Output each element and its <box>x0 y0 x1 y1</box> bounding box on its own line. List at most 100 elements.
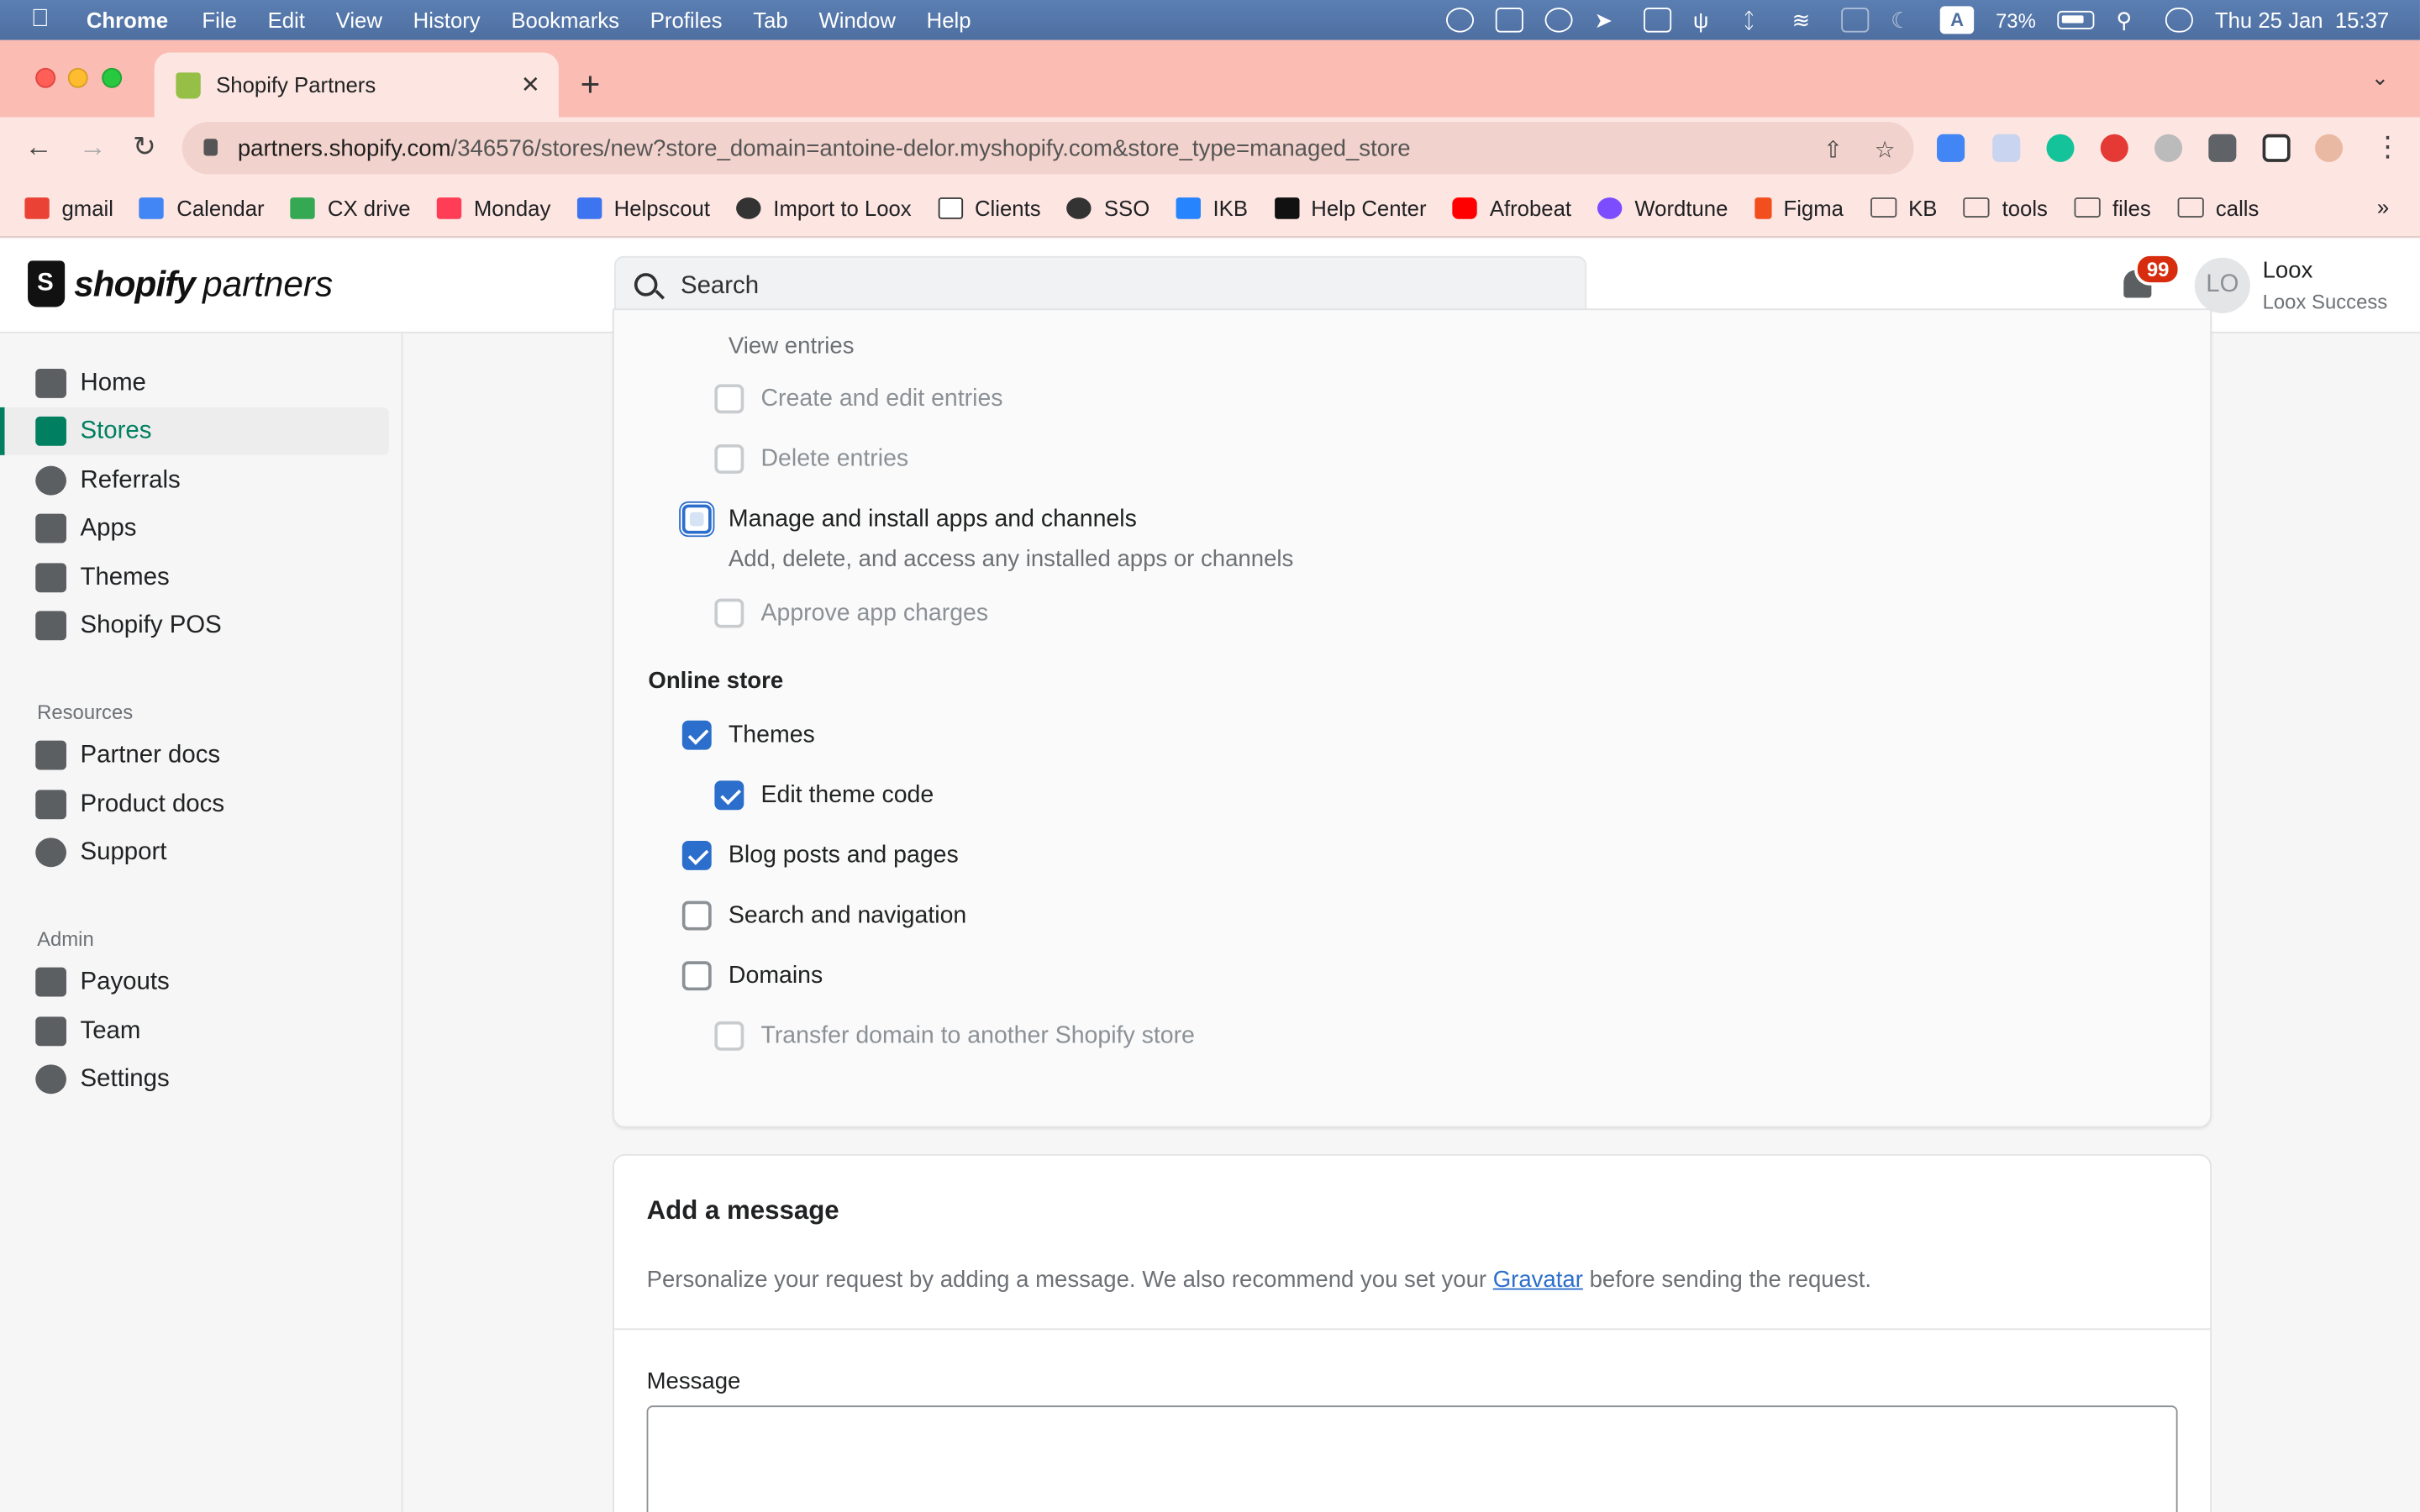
sidebar-item-referrals[interactable]: Referrals <box>0 457 389 505</box>
search-navigation-checkbox[interactable] <box>681 900 712 931</box>
blog-posts-checkbox[interactable] <box>681 841 712 870</box>
sidebar-item-payouts[interactable]: Payouts <box>0 958 389 1006</box>
avatar[interactable]: LO <box>2194 257 2250 313</box>
wifi-icon[interactable]: ≋ <box>1792 8 1820 32</box>
at-status-icon[interactable] <box>1544 8 1573 33</box>
back-arrow-icon[interactable]: ← <box>24 131 52 164</box>
window-close-button[interactable] <box>35 67 56 88</box>
reload-icon[interactable]: ↻ <box>133 131 156 164</box>
bookmark-figma[interactable]: Figma <box>1754 195 1844 220</box>
spotlight-icon[interactable]: ⚲ <box>2116 8 2144 32</box>
search-navigation-label: Search and navigation <box>728 902 967 929</box>
domains-checkbox[interactable] <box>681 961 712 991</box>
menu-help[interactable]: Help <box>927 8 971 32</box>
bookmark-wordtune[interactable]: Wordtune <box>1597 195 1728 220</box>
bookmark-helpscout[interactable]: Helpscout <box>576 195 710 220</box>
forward-arrow-icon[interactable]: → <box>79 131 107 164</box>
approve-app-charges-checkbox[interactable] <box>714 598 744 628</box>
sidebar-item-settings[interactable]: Settings <box>0 1055 389 1103</box>
bookmark-folder-kb[interactable]: KB <box>1870 195 1937 220</box>
delete-entries-checkbox[interactable] <box>714 444 744 474</box>
windows-status-icon[interactable] <box>1644 8 1672 33</box>
translate-extension-icon[interactable] <box>1937 134 1965 162</box>
logo-word-shopify: shopify <box>74 263 196 303</box>
grammarly-status-icon[interactable] <box>1446 8 1475 33</box>
manage-apps-checkbox[interactable] <box>681 504 712 534</box>
message-textarea[interactable] <box>646 1405 2178 1512</box>
bookmark-cx-drive[interactable]: CX drive <box>290 195 411 220</box>
create-edit-entries-checkbox[interactable] <box>714 384 744 414</box>
sidebar-item-stores[interactable]: Stores <box>0 407 389 455</box>
apple-icon[interactable]:  <box>31 6 62 34</box>
bookmark-help-center[interactable]: Help Center <box>1274 195 1427 220</box>
sidebar-item-team[interactable]: Team <box>0 1007 389 1055</box>
grammarly-extension-icon[interactable] <box>2046 134 2075 162</box>
gravatar-link[interactable]: Gravatar <box>1493 1267 1583 1293</box>
send-status-icon[interactable]: ➤ <box>1594 8 1622 32</box>
loop-extension-icon[interactable] <box>2154 134 2183 162</box>
bookmarks-overflow-chevron-icon[interactable]: » <box>2377 194 2389 218</box>
menu-file[interactable]: File <box>202 8 236 32</box>
side-panel-icon[interactable] <box>2262 134 2291 162</box>
menu-app-name[interactable]: Chrome <box>87 8 168 32</box>
shopify-partners-logo[interactable]: shopify partners <box>28 260 333 307</box>
sidebar-item-partner-docs[interactable]: Partner docs <box>0 732 389 780</box>
transfer-domain-checkbox[interactable] <box>714 1021 744 1051</box>
menu-window[interactable]: Window <box>818 8 895 32</box>
bookmark-afrobeat[interactable]: Afrobeat <box>1452 195 1571 220</box>
bookmark-label: Import to Loox <box>773 195 912 220</box>
g-extension-icon[interactable] <box>2100 134 2128 162</box>
window-zoom-button[interactable] <box>102 67 123 88</box>
menu-profiles[interactable]: Profiles <box>650 8 723 32</box>
chrome-menu-icon[interactable]: ⋮ <box>2374 131 2402 164</box>
fork-status-icon[interactable]: ψ <box>1693 8 1721 32</box>
tab-shopify-partners[interactable]: Shopify Partners ✕ <box>154 52 559 118</box>
profile-avatar-icon[interactable] <box>2315 134 2344 162</box>
drive-status-icon[interactable] <box>1495 8 1523 33</box>
shopify-docs-icon <box>35 790 66 820</box>
bookmark-folder-files[interactable]: files <box>2074 195 2151 220</box>
edit-theme-code-checkbox[interactable] <box>714 780 744 811</box>
tab-search-chevron-icon[interactable]: ⌄ <box>2371 65 2390 91</box>
control-center-icon[interactable] <box>2165 8 2194 33</box>
lock-icon[interactable] <box>203 139 218 156</box>
search-input[interactable]: Search <box>614 255 1587 317</box>
bookmark-import-to-loox[interactable]: Import to Loox <box>736 195 912 220</box>
input-source-icon[interactable]: A <box>1939 6 1975 34</box>
moon-icon[interactable]: ☾ <box>1891 8 1918 32</box>
menu-history[interactable]: History <box>413 8 481 32</box>
window-minimize-button[interactable] <box>67 67 88 88</box>
bookmark-gmail[interactable]: gmail <box>24 195 113 220</box>
pen-extension-icon[interactable] <box>1992 134 2021 162</box>
sidebar-item-apps[interactable]: Apps <box>0 505 389 553</box>
bookmark-folder-tools[interactable]: tools <box>1963 195 2048 220</box>
menu-tab[interactable]: Tab <box>753 8 787 32</box>
bluetooth-icon[interactable]: ᛨ <box>1743 8 1770 32</box>
menu-view[interactable]: View <box>336 8 382 32</box>
sidebar-item-support[interactable]: Support <box>0 828 389 876</box>
puzzle-extensions-icon[interactable] <box>2208 134 2237 162</box>
bookmark-star-icon[interactable]: ☆ <box>1875 136 1896 163</box>
tab-close-icon[interactable]: ✕ <box>521 71 540 98</box>
bookmark-clients[interactable]: Clients <box>937 195 1041 220</box>
address-bar[interactable]: partners.shopify.com/346576/stores/new?s… <box>182 122 1914 175</box>
sidebar-item-shopify-pos[interactable]: Shopify POS <box>0 601 389 649</box>
themes-label: Themes <box>728 722 815 748</box>
display-status-icon[interactable] <box>1841 8 1870 33</box>
sidebar-item-themes[interactable]: Themes <box>0 554 389 601</box>
menubar-clock[interactable]: Thu 25 Jan 15:37 <box>2215 8 2389 32</box>
menu-edit[interactable]: Edit <box>268 8 305 32</box>
bookmark-calendar[interactable]: Calendar <box>139 195 265 220</box>
sidebar-item-home[interactable]: Home <box>0 360 389 407</box>
user-name[interactable]: Loox <box>2263 258 2313 284</box>
share-icon[interactable]: ⇧ <box>1823 136 1843 163</box>
sidebar-item-product-docs[interactable]: Product docs <box>0 780 389 828</box>
new-tab-plus-icon[interactable]: + <box>581 65 601 105</box>
bookmark-sso[interactable]: SSO <box>1066 195 1150 220</box>
menu-bookmarks[interactable]: Bookmarks <box>511 8 619 32</box>
bookmark-monday[interactable]: Monday <box>436 195 550 220</box>
battery-icon[interactable] <box>2057 10 2095 29</box>
bookmark-ikb[interactable]: IKB <box>1176 195 1248 220</box>
bookmark-folder-calls[interactable]: calls <box>2177 195 2259 220</box>
themes-checkbox[interactable] <box>681 720 712 750</box>
